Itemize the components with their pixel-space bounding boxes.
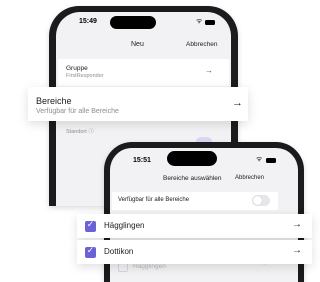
region-label: Dottikon: [104, 247, 134, 256]
nav-title-neu: Neu: [131, 41, 144, 48]
battery-icon: [205, 20, 215, 25]
arrow-right-icon: →: [205, 66, 213, 75]
toggle-knob: [253, 196, 262, 205]
arrow-right-icon: →: [292, 245, 302, 256]
checkbox-checked-icon[interactable]: ✓: [85, 219, 96, 232]
status-time-1: 15:49: [79, 18, 97, 25]
all-areas-label: Verfügbar für alle Bereiche: [118, 197, 190, 203]
cancel-button-1[interactable]: Abbrechen: [186, 41, 217, 48]
wifi-icon: ᯤ: [256, 156, 263, 163]
battery-icon: [266, 158, 276, 163]
blurred-text: [66, 136, 136, 141]
dynamic-island-1: [110, 16, 156, 29]
check-icon: ✓: [86, 245, 95, 255]
arrow-right-icon: →: [232, 97, 243, 109]
background-list-item: Hägglingen: [133, 263, 166, 270]
checkbox-checked-icon[interactable]: ✓: [85, 245, 96, 258]
nav-title-bereiche-auswaehlen: Bereiche auswählen: [163, 175, 222, 182]
standort-label: Standort ⓘ: [66, 129, 94, 135]
bereiche-subtitle: Verfügbar für alle Bereiche: [36, 108, 119, 115]
gruppe-value: FirstResponder: [66, 73, 104, 79]
gruppe-label: Gruppe: [66, 65, 88, 72]
status-time-2: 15:51: [133, 157, 151, 164]
dynamic-island-2: [167, 151, 217, 166]
wifi-icon: ᯤ: [196, 18, 203, 25]
arrow-right-icon: →: [292, 219, 302, 230]
bereiche-title: Bereiche: [36, 96, 72, 106]
region-label: Hägglingen: [104, 221, 145, 230]
cancel-button-2[interactable]: Abbrechen: [235, 175, 264, 181]
check-icon: ✓: [86, 219, 95, 229]
